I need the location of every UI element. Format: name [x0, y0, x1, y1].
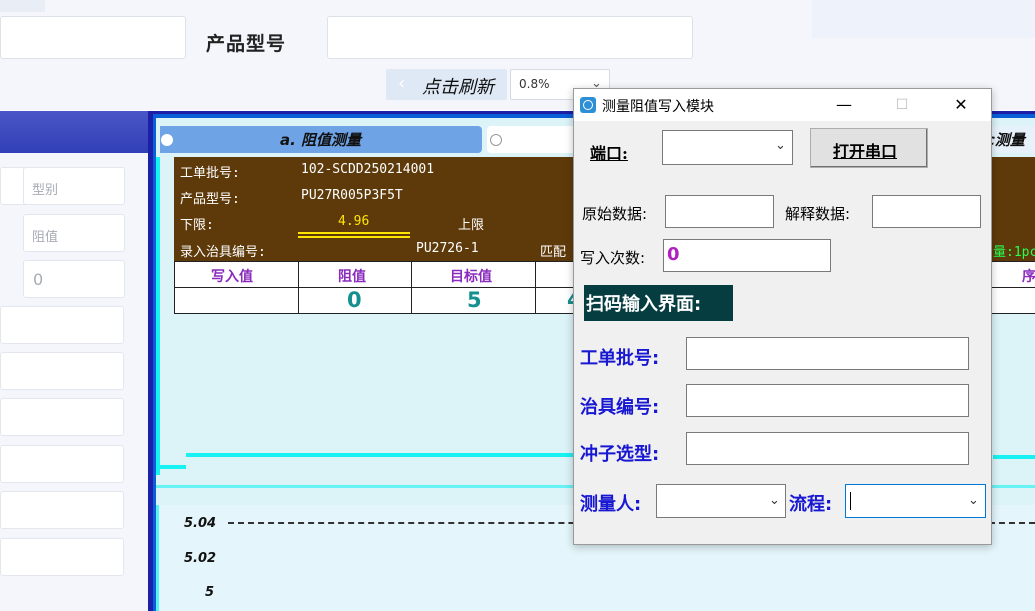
table-row-divider [175, 287, 575, 288]
product-model-input[interactable] [327, 16, 693, 59]
top-left-strip [0, 0, 45, 12]
tab-dot [161, 134, 173, 146]
cell-resistance: 0 [347, 288, 362, 312]
dialog-title-bar[interactable]: 测量阻值写入模块 — ☐ ✕ [574, 89, 991, 121]
app-icon [580, 97, 596, 113]
raw-data-field[interactable] [665, 195, 774, 228]
measurer-label: 测量人: [580, 494, 642, 515]
chevron-left-icon: ‹ [398, 73, 406, 94]
glow-line-bottom-left [156, 465, 186, 469]
filter-input-left[interactable] [0, 16, 186, 59]
tab-b[interactable] [487, 126, 577, 153]
chevron-down-icon: ⌄ [968, 493, 979, 508]
process-combo[interactable]: ⌄ [845, 484, 986, 518]
lower-limit-label: 下限: [180, 218, 214, 233]
work-order-label: 工单批号: [580, 348, 660, 369]
write-count-label: 写入次数: [580, 249, 646, 267]
header-resistance: 阻值 [338, 269, 366, 285]
table-divider [411, 262, 412, 314]
header-sequence: 序 [1022, 269, 1035, 285]
product-model-label: 产品型号: [180, 192, 240, 207]
tab-b-dot [490, 134, 502, 146]
fixture-value: PU2726-1 [416, 241, 479, 256]
product-model-value: PU27R005P3F5T [301, 188, 403, 203]
maximize-button[interactable]: ☐ [879, 89, 925, 121]
write-count-field[interactable]: 0 [663, 239, 831, 272]
open-serial-button[interactable]: 打开串口 [810, 128, 928, 168]
sidebar-header [0, 111, 148, 153]
table-divider [535, 262, 536, 314]
open-serial-label: 打开串口 [833, 142, 898, 161]
sidebar-field-9[interactable] [0, 538, 124, 576]
glow-line-right [993, 455, 1035, 459]
refresh-label: 点击刷新 [422, 77, 494, 98]
chart-tick-label: 5.04 [184, 516, 217, 531]
chart-tick-label: 5 [205, 585, 215, 600]
work-order-label: 工单批号: [180, 166, 240, 181]
sidebar-field-6[interactable] [0, 398, 124, 436]
sidebar-field-8[interactable] [0, 491, 124, 529]
resistance-input[interactable]: 阻值 [23, 214, 125, 252]
header-write-value: 写入值 [211, 269, 253, 285]
top-right-strip [812, 0, 1035, 38]
header-target: 目标值 [450, 269, 492, 285]
measurer-combo[interactable]: ⌄ [656, 484, 786, 518]
decoded-field[interactable] [872, 195, 981, 228]
minimize-button[interactable]: — [821, 89, 867, 121]
punch-type-input[interactable] [686, 432, 969, 465]
tab-a-label: a. 阻值测量 [280, 131, 362, 149]
fixture-label: 治具编号: [580, 397, 660, 418]
decoded-label: 解释数据: [785, 205, 851, 223]
type-placeholder: 型别 [32, 183, 59, 198]
write-count-value: 0 [667, 244, 680, 265]
match-label: 匹配 [540, 245, 567, 260]
scan-title: 扫码输入界面: [586, 294, 702, 315]
chart-left-edge [156, 505, 159, 611]
work-order-input[interactable] [686, 337, 969, 370]
fixture-label: 录入治具编号: [180, 245, 266, 260]
table-divider [298, 262, 299, 314]
sidebar-field-7[interactable] [0, 445, 124, 483]
tab-resistance-measure[interactable]: a. 阻值测量 [160, 126, 482, 153]
chevron-down-icon: ⌄ [769, 493, 780, 508]
glow-line-bottom [186, 453, 581, 457]
lower-limit-value: 4.96 [338, 214, 370, 229]
sidebar-field-4[interactable] [0, 306, 124, 344]
table-row-divider [990, 287, 1035, 288]
type-input[interactable]: 型别 [23, 167, 125, 205]
tab-c[interactable]: c测量 [986, 126, 1035, 153]
quantity-text: 量:1pc [993, 245, 1035, 260]
result-table: 写入值 阻值 目标值 0 5 4 [174, 261, 582, 314]
port-label: 端口: [590, 144, 628, 163]
lower-limit-underline [298, 232, 410, 234]
scan-section-header: 扫码输入界面: [584, 285, 733, 321]
glow-line-left [156, 157, 160, 475]
sidebar-field-5[interactable] [0, 352, 124, 390]
raw-data-label: 原始数据: [582, 205, 648, 223]
chart-tick-label: 5.02 [184, 551, 217, 566]
lower-limit-underline-2 [298, 236, 410, 238]
resistance-write-dialog: 测量阻值写入模块 — ☐ ✕ 端口: ⌄ 打开串口 原始数据: 解释数据: 写入… [573, 88, 992, 545]
upper-limit-label: 上限 [458, 218, 485, 233]
fixture-input[interactable] [686, 384, 969, 417]
product-model-label: 产品型号 [206, 33, 287, 55]
dialog-title: 测量阻值写入模块 [602, 99, 714, 115]
process-label: 流程: [789, 494, 833, 515]
zero-input[interactable]: 0 [23, 260, 125, 298]
punch-type-label: 冲子选型: [580, 444, 660, 465]
cell-target: 5 [467, 288, 482, 312]
refresh-button[interactable]: ‹ 点击刷新 [386, 69, 507, 100]
port-combo[interactable]: ⌄ [662, 130, 793, 165]
text-caret [850, 492, 851, 510]
close-button[interactable]: ✕ [938, 89, 984, 121]
chevron-down-icon: ⌄ [775, 138, 786, 153]
zero-placeholder: 0 [33, 270, 44, 289]
percent-value: 0.8% [519, 77, 550, 91]
result-table-right: 序 [990, 261, 1035, 314]
work-order-value: 102-SCDD250214001 [301, 162, 435, 177]
resistance-placeholder: 阻值 [32, 230, 59, 245]
